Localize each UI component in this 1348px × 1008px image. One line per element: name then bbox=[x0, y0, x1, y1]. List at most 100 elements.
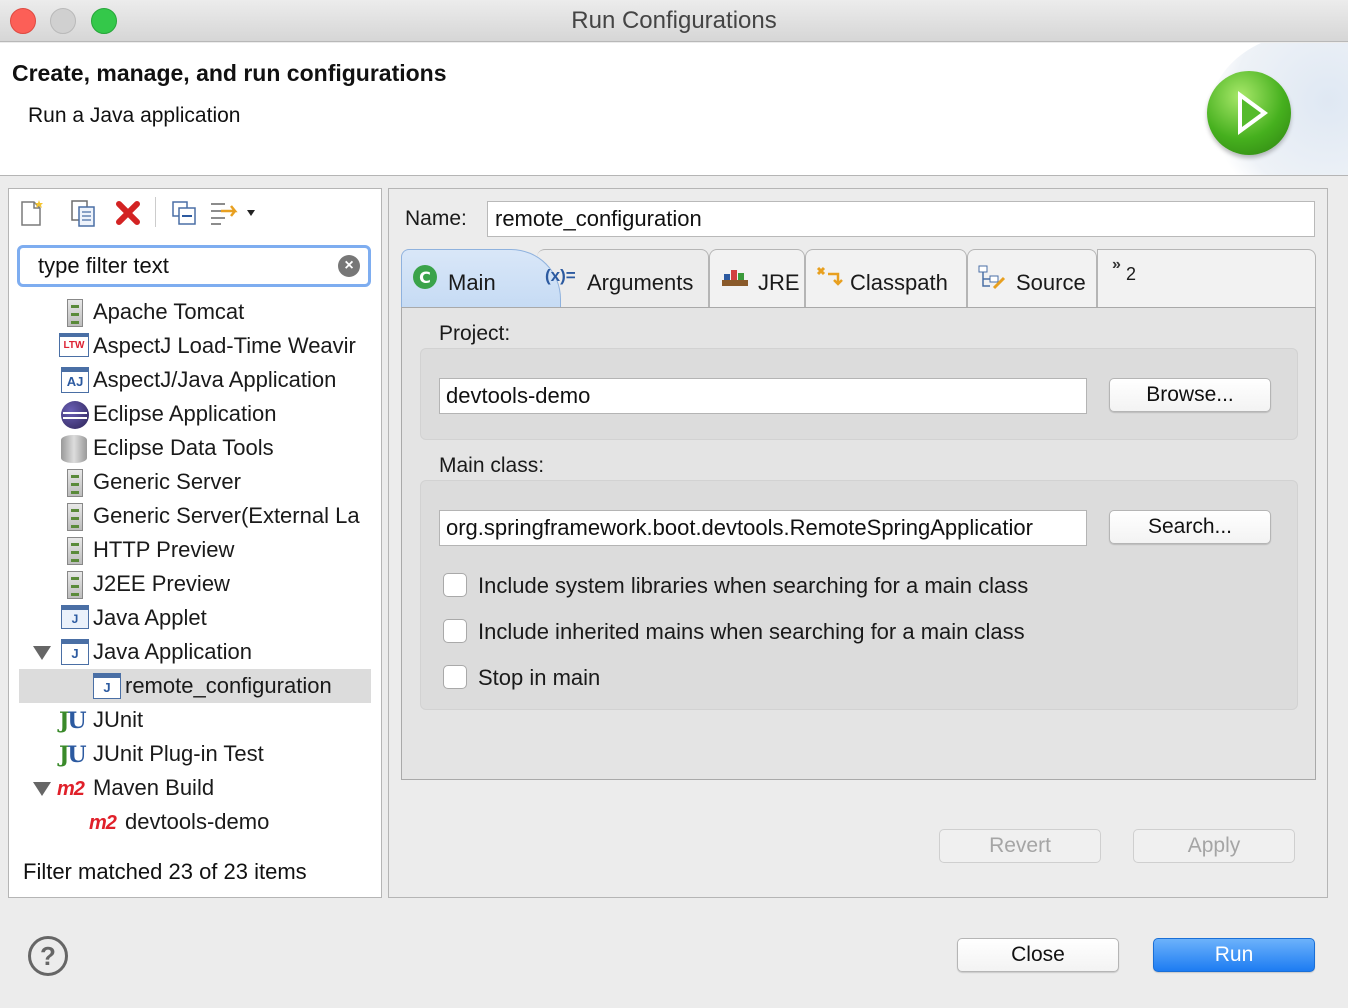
tree-item-maven-build[interactable]: m2 Maven Build bbox=[19, 771, 371, 805]
arguments-icon: (x)= bbox=[545, 266, 576, 285]
tab-jre[interactable]: JRE bbox=[709, 249, 805, 307]
tree-item-java-application[interactable]: J Java Application bbox=[19, 635, 371, 669]
close-button[interactable]: Close bbox=[957, 938, 1119, 972]
main-tab-icon: C bbox=[412, 264, 438, 296]
config-tab-bar: C Main (x)= Arguments JRE Classpath Sour… bbox=[401, 249, 1316, 309]
tree-item-eclipse-application[interactable]: Eclipse Application bbox=[19, 397, 371, 431]
tree-item-label: Eclipse Data Tools bbox=[93, 435, 274, 460]
configuration-editor-pane: Name: C Main (x)= Arguments JRE Classpat… bbox=[388, 188, 1328, 898]
server-icon bbox=[61, 503, 89, 531]
java-applet-icon: J bbox=[61, 605, 89, 633]
run-button[interactable]: Run bbox=[1153, 938, 1315, 972]
main-class-label: Main class: bbox=[439, 454, 545, 477]
tree-item-label: Generic Server bbox=[93, 469, 241, 494]
configuration-list-pane: × Apache Tomcat LTW AspectJ Load-Time We… bbox=[8, 188, 382, 898]
banner-title: Create, manage, and run configurations bbox=[12, 60, 447, 86]
server-icon bbox=[61, 469, 89, 497]
tree-item-eclipse-data-tools[interactable]: Eclipse Data Tools bbox=[19, 431, 371, 465]
tree-item-label: remote_configuration bbox=[125, 673, 332, 698]
java-app-icon: J bbox=[61, 639, 89, 667]
revert-button[interactable]: Revert bbox=[939, 829, 1101, 863]
tree-item-label: Java Application bbox=[93, 639, 252, 664]
include-inherited-mains-checkbox[interactable] bbox=[443, 619, 467, 643]
delete-icon[interactable] bbox=[113, 198, 143, 228]
collapse-all-icon[interactable] bbox=[169, 198, 199, 228]
aspectj-app-icon: AJ bbox=[61, 367, 89, 395]
svg-text:C: C bbox=[419, 268, 431, 287]
search-button[interactable]: Search... bbox=[1109, 510, 1271, 544]
project-group: Browse... bbox=[420, 348, 1298, 440]
tree-item-aspectj-ltw[interactable]: LTW AspectJ Load-Time Weavir bbox=[19, 329, 371, 363]
tab-label: Source bbox=[1016, 270, 1086, 295]
new-config-icon[interactable] bbox=[17, 198, 47, 228]
banner-subtitle: Run a Java application bbox=[28, 104, 241, 127]
tree-item-http-preview[interactable]: HTTP Preview bbox=[19, 533, 371, 567]
tab-classpath[interactable]: Classpath bbox=[805, 249, 967, 307]
tree-item-generic-server-external[interactable]: Generic Server(External La bbox=[19, 499, 371, 533]
tree-item-junit[interactable]: JU JUnit bbox=[19, 703, 371, 737]
tree-item-label: AspectJ Load-Time Weavir bbox=[93, 333, 356, 358]
clear-filter-icon[interactable]: × bbox=[338, 255, 360, 277]
tab-label: JRE bbox=[758, 270, 800, 295]
project-label: Project: bbox=[439, 322, 511, 345]
browse-button[interactable]: Browse... bbox=[1109, 378, 1271, 412]
overflow-chevron-icon: » bbox=[1112, 256, 1121, 273]
maven-icon: m2 bbox=[89, 812, 117, 834]
include-system-libraries-checkbox[interactable] bbox=[443, 573, 467, 597]
tab-label: Main bbox=[448, 270, 496, 295]
tree-item-label: devtools-demo bbox=[125, 809, 270, 834]
filter-field[interactable]: × bbox=[17, 245, 371, 287]
expanded-triangle-icon[interactable] bbox=[33, 782, 51, 796]
tree-item-remote-configuration[interactable]: J remote_configuration bbox=[19, 669, 371, 703]
tree-item-apache-tomcat[interactable]: Apache Tomcat bbox=[19, 295, 371, 329]
tree-item-label: Generic Server(External La bbox=[93, 503, 360, 528]
expanded-triangle-icon[interactable] bbox=[33, 646, 51, 660]
checkbox-label: Stop in main bbox=[478, 665, 601, 690]
title-bar: Run Configurations bbox=[0, 0, 1348, 42]
tree-item-java-applet[interactable]: J Java Applet bbox=[19, 601, 371, 635]
tab-overflow[interactable]: » 2 bbox=[1097, 249, 1316, 307]
jre-icon bbox=[720, 264, 750, 296]
tree-item-junit-plugin-test[interactable]: JU JUnit Plug-in Test bbox=[19, 737, 371, 771]
tree-item-devtools-demo[interactable]: m2 devtools-demo bbox=[19, 805, 371, 839]
tree-item-label: Apache Tomcat bbox=[93, 299, 245, 324]
aspectj-ltw-icon: LTW bbox=[59, 333, 89, 361]
tree-item-label: Eclipse Application bbox=[93, 401, 277, 426]
tab-overflow-count: 2 bbox=[1126, 264, 1137, 284]
tree-item-label: Java Applet bbox=[93, 605, 207, 630]
junit-plugin-icon: JU bbox=[59, 742, 87, 768]
main-tab-content: Project: Browse... Main class: Search...… bbox=[401, 307, 1316, 780]
filter-status-text: Filter matched 23 of 23 items bbox=[23, 859, 307, 884]
checkbox-label: Include inherited mains when searching f… bbox=[478, 619, 1025, 644]
tree-item-aspectj-java-app[interactable]: AJ AspectJ/Java Application bbox=[19, 363, 371, 397]
apply-button[interactable]: Apply bbox=[1133, 829, 1295, 863]
tree-item-label: AspectJ/Java Application bbox=[93, 367, 337, 392]
main-class-group: Search... Include system libraries when … bbox=[420, 480, 1298, 710]
tree-item-label: JUnit Plug-in Test bbox=[93, 741, 264, 766]
main-class-field[interactable] bbox=[439, 510, 1087, 546]
tree-item-generic-server[interactable]: Generic Server bbox=[19, 465, 371, 499]
java-app-icon: J bbox=[93, 673, 121, 701]
classpath-icon bbox=[814, 264, 846, 298]
name-label: Name: bbox=[405, 207, 467, 230]
filter-menu-icon[interactable] bbox=[207, 198, 259, 228]
duplicate-icon[interactable] bbox=[69, 198, 99, 228]
tree-item-label: J2EE Preview bbox=[93, 571, 230, 596]
checkbox-label: Include system libraries when searching … bbox=[478, 573, 1029, 598]
tab-arguments[interactable]: (x)= Arguments bbox=[537, 249, 709, 307]
filter-input[interactable] bbox=[38, 252, 338, 280]
server-icon bbox=[61, 299, 89, 327]
server-icon bbox=[61, 571, 89, 599]
run-play-icon bbox=[1207, 71, 1291, 155]
tree-item-label: JUnit bbox=[93, 707, 144, 732]
name-field[interactable] bbox=[487, 201, 1315, 237]
junit-icon: JU bbox=[59, 708, 87, 734]
tree-item-j2ee-preview[interactable]: J2EE Preview bbox=[19, 567, 371, 601]
database-icon bbox=[61, 435, 89, 463]
stop-in-main-checkbox[interactable] bbox=[443, 665, 467, 689]
server-icon bbox=[61, 537, 89, 565]
project-field[interactable] bbox=[439, 378, 1087, 414]
tab-label: Arguments bbox=[587, 270, 694, 295]
help-icon[interactable]: ? bbox=[28, 936, 68, 976]
tab-source[interactable]: Source bbox=[967, 249, 1097, 307]
